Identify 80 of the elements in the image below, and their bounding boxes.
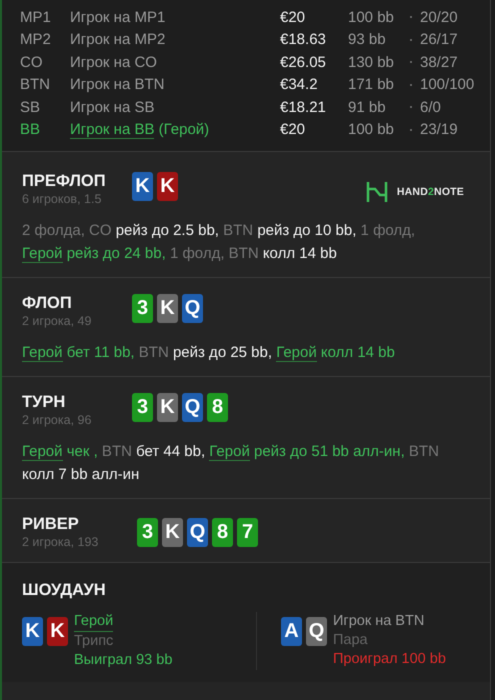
hand-rank: Трипс bbox=[74, 632, 114, 651]
playing-card: K bbox=[157, 393, 178, 422]
separator-dot-icon bbox=[410, 84, 412, 86]
seat-position: MP1 bbox=[20, 8, 52, 26]
logo-text: HAND2NOTE bbox=[396, 186, 464, 198]
street-info: 2 игрока, 193 bbox=[22, 534, 100, 550]
stack-bb: 130 bb bbox=[348, 54, 395, 71]
action-line: 2 фолда, CO рейз до 2.5 bb, BTN рейз до 10 bb, 1 фолд, Герой рейз до 24 bb, 1 фолд, BTN колл 14 bb bbox=[22, 221, 416, 265]
hero-link[interactable]: Герой bbox=[22, 245, 63, 263]
playing-card: A bbox=[281, 617, 302, 646]
seat-position: BTN bbox=[20, 76, 51, 94]
stack-amount: €20 bbox=[280, 121, 306, 138]
playing-card: 7 bbox=[237, 518, 258, 547]
playing-card: 3 bbox=[137, 518, 158, 547]
stack-bb: 100 bb bbox=[348, 8, 395, 26]
playing-card: Q bbox=[182, 294, 203, 323]
playing-card: K bbox=[22, 617, 43, 646]
hero-tag: (Герой) bbox=[154, 121, 210, 138]
stack-bb: 171 bb bbox=[348, 76, 395, 94]
street-title: ФЛОП bbox=[22, 293, 73, 313]
street-title: РИВЕР bbox=[22, 514, 80, 534]
player-stats: 100/100 bbox=[420, 76, 476, 94]
playing-card: K bbox=[157, 294, 178, 323]
stack-bb: 93 bb bbox=[348, 31, 387, 48]
player-stats: 20/20 bbox=[420, 8, 459, 26]
playing-card: K bbox=[132, 172, 153, 201]
playing-card: K bbox=[157, 172, 178, 201]
hand-rank: Пара bbox=[333, 631, 369, 650]
player-name: Игрок на SB bbox=[70, 98, 154, 116]
player-name: Игрок на MP1 bbox=[70, 8, 166, 26]
player-name: Игрок на MP2 bbox=[70, 31, 166, 48]
playing-card: K bbox=[162, 518, 183, 547]
logo-icon bbox=[366, 181, 388, 203]
seat-position: CO bbox=[20, 54, 44, 71]
stack-amount: €18.21 bbox=[280, 98, 327, 116]
action-line: Герой чек , BTN бет 44 bb, Герой рейз до 51 bb алл-ин, BTN колл 7 bb алл-ин bbox=[22, 442, 440, 485]
street-title: ПРЕФЛОП bbox=[22, 171, 107, 191]
playing-card: Q bbox=[182, 393, 203, 422]
seat-position: SB bbox=[20, 98, 42, 116]
playing-card: Q bbox=[187, 518, 208, 547]
stack-bb: 100 bb bbox=[348, 121, 395, 138]
stack-amount: €20 bbox=[280, 8, 306, 26]
playing-card: 3 bbox=[132, 393, 153, 422]
street-info: 2 игрока, 96 bbox=[22, 412, 92, 428]
playing-card: 3 bbox=[132, 294, 153, 323]
stack-amount: €26.05 bbox=[280, 54, 327, 71]
showdown-title: ШОУДАУН bbox=[22, 581, 106, 599]
street-title: ТУРН bbox=[22, 392, 66, 412]
player-name: Игрок на BTN bbox=[70, 76, 164, 94]
hero-link[interactable]: Герой bbox=[276, 344, 317, 362]
hand-result: Проиграл 100 bb bbox=[333, 650, 446, 669]
street-info: 6 игроков, 1.5 bbox=[22, 191, 102, 207]
stack-amount: €34.2 bbox=[280, 76, 319, 94]
playing-card: 8 bbox=[212, 518, 233, 547]
hero-link[interactable]: Игрок на BB bbox=[70, 121, 154, 140]
separator-dot-icon bbox=[410, 106, 412, 108]
player-stats: 26/17 bbox=[420, 31, 459, 48]
player-name: Игрок на BTN bbox=[333, 612, 426, 631]
playing-card: K bbox=[47, 617, 68, 646]
playing-card: 8 bbox=[207, 393, 228, 422]
player-name: Игрок на CO bbox=[70, 54, 157, 71]
separator-dot-icon bbox=[410, 128, 412, 131]
hero-link[interactable]: Герой bbox=[22, 344, 63, 362]
player-stats: 6/0 bbox=[420, 98, 442, 116]
seat-position: BB bbox=[20, 121, 42, 138]
hand-result: Выиграл 93 bb bbox=[74, 651, 172, 670]
hero-link[interactable]: Герой bbox=[209, 443, 250, 461]
street-info: 2 игрока, 49 bbox=[22, 313, 92, 329]
action-line: Герой бет 11 bb, BTN рейз до 25 bb, Герой колл 14 bb bbox=[22, 343, 396, 364]
hero-link[interactable]: Герой bbox=[22, 443, 63, 461]
separator-dot-icon bbox=[410, 38, 412, 41]
player-stats: 23/19 bbox=[420, 121, 459, 138]
seat-position: MP2 bbox=[20, 31, 52, 48]
stack-bb: 91 bb bbox=[348, 98, 387, 116]
hero-link[interactable]: Герой bbox=[74, 612, 114, 632]
stack-amount: €18.63 bbox=[280, 31, 327, 48]
playing-card: Q bbox=[306, 617, 327, 646]
separator-dot-icon bbox=[410, 16, 412, 18]
player-stats: 38/27 bbox=[420, 54, 459, 71]
separator-dot-icon bbox=[410, 61, 412, 64]
